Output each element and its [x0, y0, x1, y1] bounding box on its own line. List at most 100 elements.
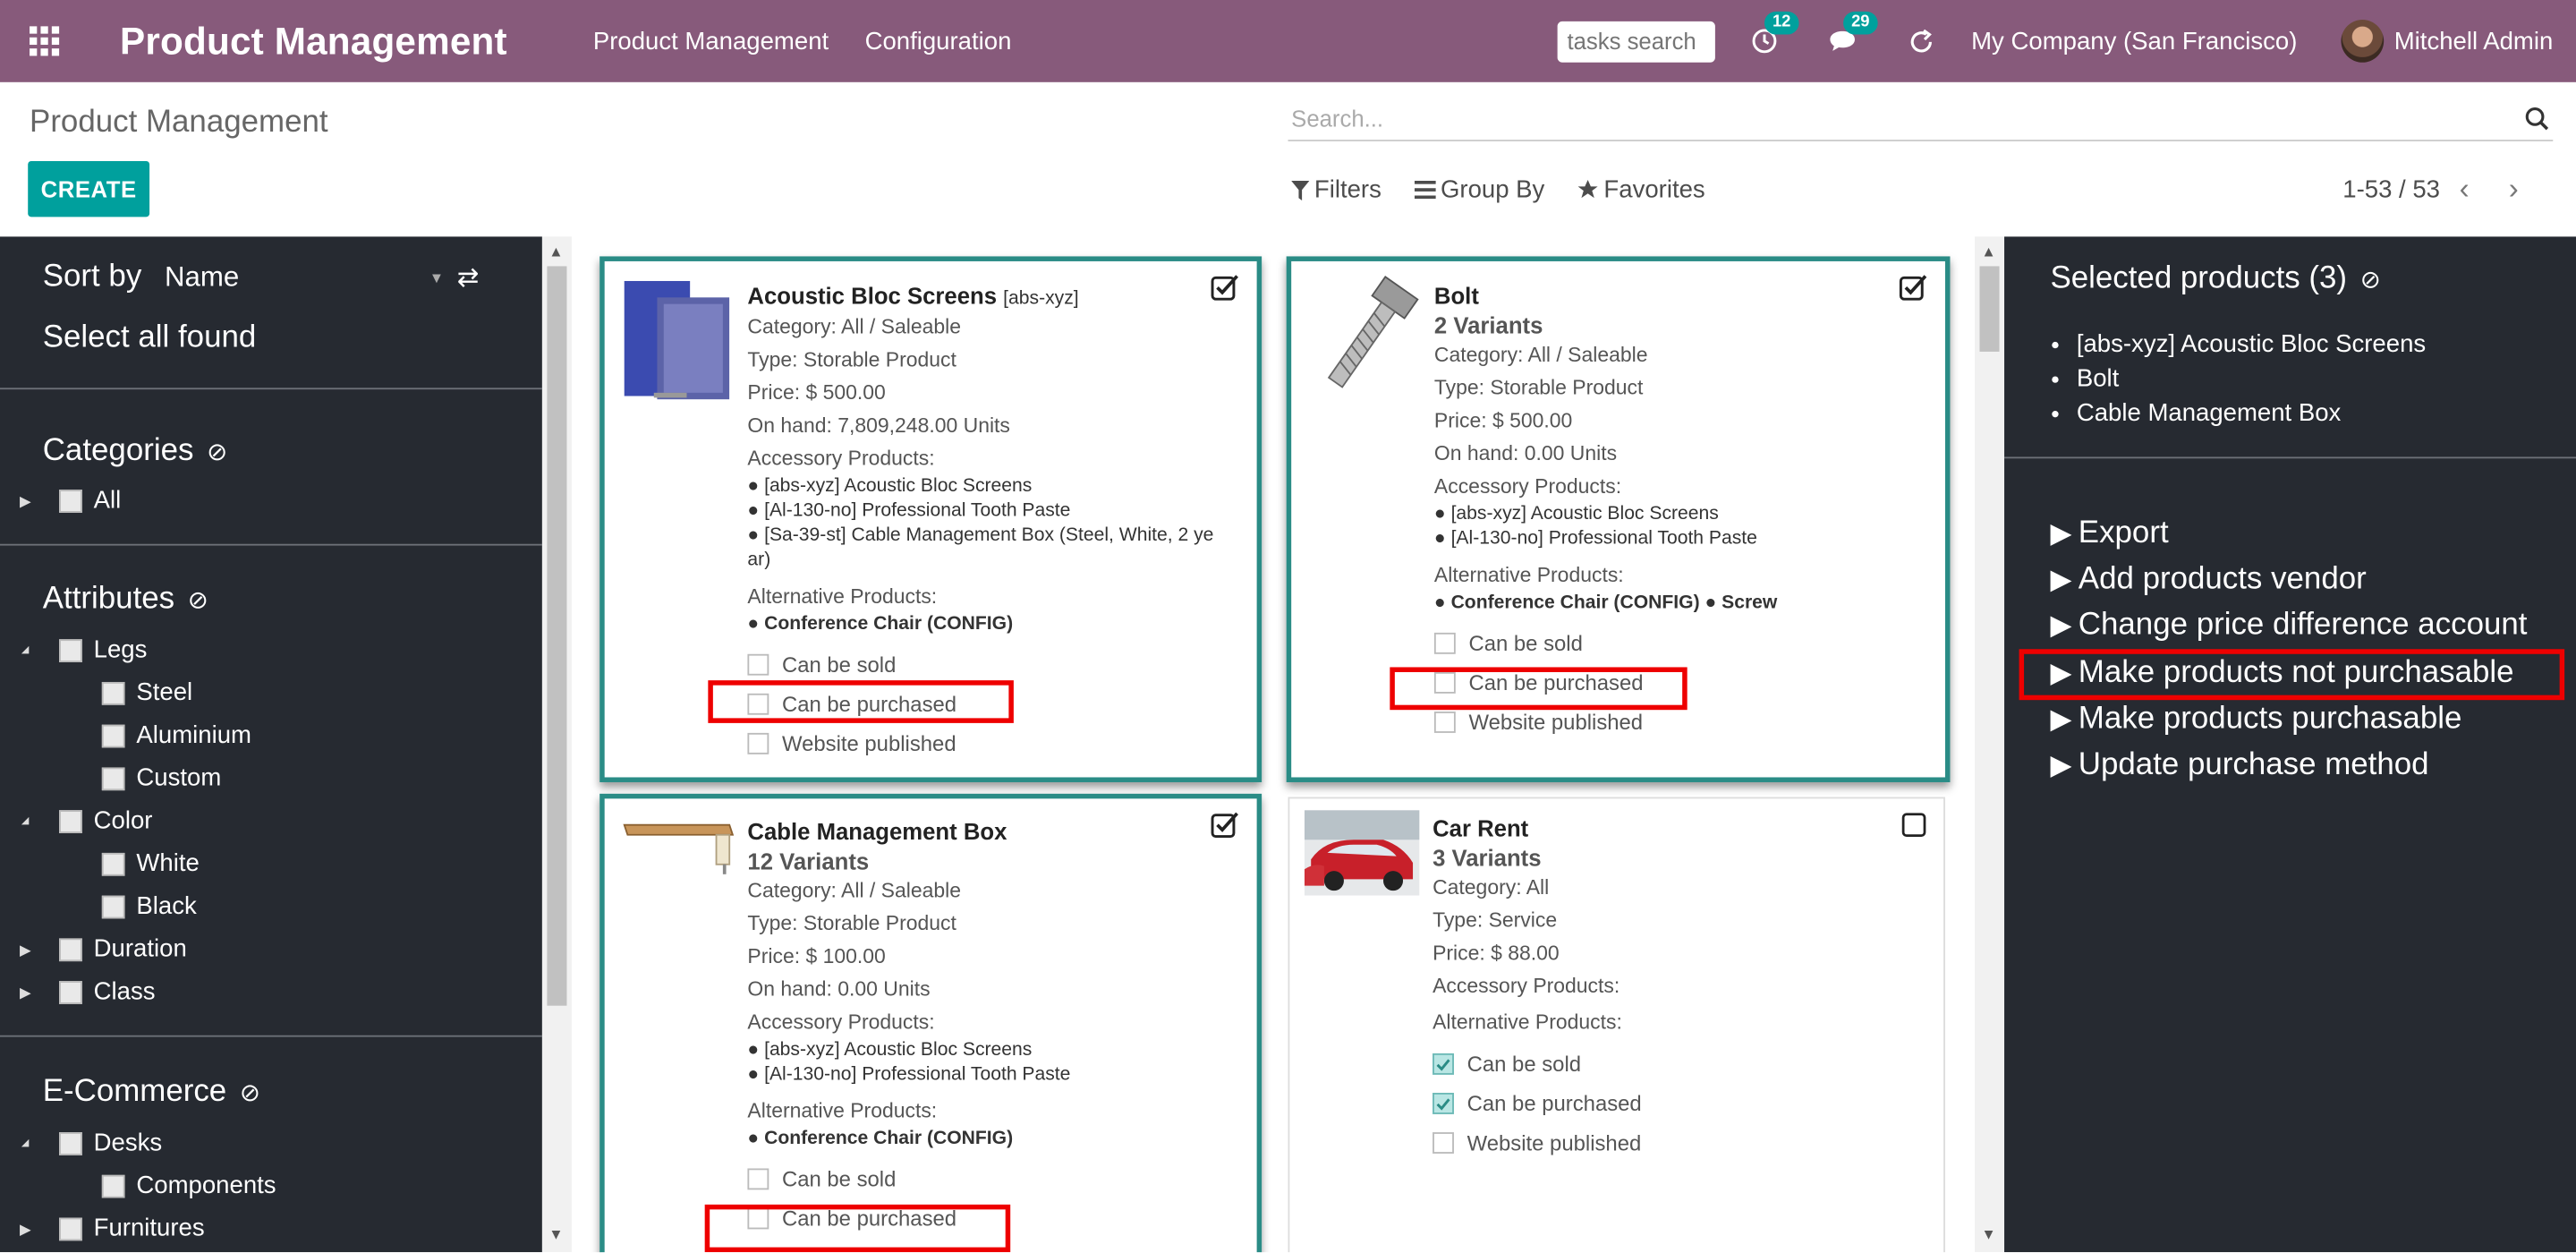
checked-checkbox[interactable] [1433, 1053, 1454, 1075]
attribute-label: Black [136, 892, 197, 921]
attribute-steel[interactable]: Steel [101, 678, 192, 707]
checkbox[interactable] [1433, 632, 1456, 654]
expand-caret-icon[interactable]: ▶ [20, 942, 31, 959]
refresh-icon[interactable] [1906, 25, 1939, 58]
action-export[interactable]: ▶ Export [2050, 516, 2168, 552]
product-card-car-rent[interactable]: Car Rent 3 Variants Category: All Type: … [1288, 797, 1945, 1253]
checkbox[interactable] [59, 809, 82, 832]
website-published-checkbox[interactable]: Website published [1433, 710, 1927, 735]
checkbox[interactable] [59, 1131, 82, 1155]
checkbox[interactable] [101, 681, 125, 704]
attribute-duration[interactable]: Duration [59, 935, 187, 963]
product-card-cable-management-box[interactable]: Cable Management Box 12 Variants Categor… [599, 793, 1262, 1253]
user-avatar[interactable] [2341, 20, 2385, 63]
website-published-checkbox[interactable]: Website published [747, 731, 1240, 756]
checked-checkbox[interactable] [1433, 1093, 1454, 1114]
checkbox[interactable] [59, 1216, 82, 1240]
search-input[interactable]: Search... [1288, 100, 2554, 141]
pager-next-icon[interactable]: › [2509, 173, 2519, 208]
scroll-down-icon[interactable]: ▼ [1981, 1226, 1995, 1242]
checkbox[interactable] [1433, 712, 1456, 733]
scroll-down-icon[interactable]: ▼ [548, 1226, 563, 1242]
checkbox[interactable] [59, 937, 82, 961]
clear-icon[interactable]: ⊘ [207, 437, 227, 466]
scrollbar-thumb[interactable] [1979, 266, 2000, 352]
checkbox[interactable] [747, 732, 769, 754]
product-image [1304, 810, 1420, 896]
app-brand[interactable]: Product Management [120, 19, 572, 64]
checkbox[interactable] [1433, 1132, 1454, 1154]
user-menu[interactable]: Mitchell Admin [2394, 27, 2554, 55]
action-change-price-difference-account[interactable]: ▶ Change price difference account [2050, 608, 2527, 644]
checkbox[interactable] [59, 489, 82, 512]
apps-menu-icon[interactable] [0, 0, 89, 82]
checkbox[interactable] [101, 1173, 125, 1198]
website-published-checkbox[interactable]: Website published [1433, 1130, 1926, 1155]
can-be-sold-checkbox[interactable]: Can be sold [1433, 631, 1927, 656]
attribute-aluminium[interactable]: Aluminium [101, 721, 251, 749]
checkbox[interactable] [101, 723, 125, 747]
attribute-white[interactable]: White [101, 849, 200, 877]
search-icon[interactable] [2525, 107, 2550, 136]
checkbox[interactable] [59, 980, 82, 1003]
attribute-legs[interactable]: Legs [59, 636, 147, 664]
category-all[interactable]: All [59, 486, 121, 515]
action-update-purchase-method[interactable]: ▶ Update purchase method [2050, 747, 2428, 783]
collapse-caret-icon[interactable]: ◢ [21, 644, 29, 656]
collapse-caret-icon[interactable]: ◢ [21, 815, 29, 827]
create-button[interactable]: CREATE [28, 160, 150, 217]
expand-caret-icon[interactable]: ▶ [20, 493, 31, 511]
pager-value[interactable]: 1-53 / 53 [2342, 175, 2440, 203]
checkbox[interactable] [747, 653, 769, 676]
action-add-products-vendor[interactable]: ▶ Add products vendor [2050, 562, 2366, 598]
attribute-class[interactable]: Class [59, 977, 156, 1006]
group-by-dropdown[interactable]: Group By [1414, 175, 1544, 204]
sort-select[interactable]: Name ▼ [165, 261, 444, 294]
can-be-sold-checkbox[interactable]: Can be sold [747, 652, 1240, 677]
kanban-scrollbar[interactable]: ▲ ▼ [1974, 236, 2005, 1253]
checkbox[interactable] [59, 638, 82, 662]
collapse-caret-icon[interactable]: ◢ [21, 1138, 29, 1148]
product-category: Category: All [1433, 875, 1550, 899]
top-navbar: Product Management Product Management Co… [0, 0, 2576, 82]
expand-caret-icon[interactable]: ▶ [20, 984, 31, 1002]
categories-title: Categories [42, 433, 194, 469]
ecommerce-components[interactable]: Components [101, 1172, 276, 1199]
ecommerce-furnitures[interactable]: Furnitures [59, 1215, 205, 1242]
expand-caret-icon[interactable]: ▶ [20, 1221, 31, 1239]
messages-icon[interactable]: 29 [1827, 11, 1878, 58]
clear-selection-icon[interactable]: ⊘ [2360, 265, 2381, 294]
menu-product-management[interactable]: Product Management [593, 27, 829, 55]
sort-direction-icon[interactable]: ⇄ [457, 261, 480, 294]
menu-configuration[interactable]: Configuration [865, 27, 1012, 55]
filters-dropdown[interactable]: Filters [1291, 175, 1382, 204]
checkbox[interactable] [101, 766, 125, 790]
checkbox[interactable] [101, 894, 125, 918]
action-label: Update purchase method [2078, 747, 2429, 782]
action-make-products-purchasable[interactable]: ▶ Make products purchasable [2050, 702, 2461, 737]
can-be-sold-checkbox[interactable]: Can be sold [1433, 1052, 1926, 1077]
company-switcher[interactable]: My Company (San Francisco) [1971, 27, 2297, 55]
can-be-purchased-checkbox[interactable]: Can be purchased [1433, 1091, 1926, 1116]
accessory-label: Accessory Products: [1433, 474, 1622, 499]
attribute-custom[interactable]: Custom [101, 764, 221, 792]
checkbox[interactable] [101, 852, 125, 875]
pager-previous-icon[interactable]: ‹ [2460, 173, 2470, 208]
list-icon [1414, 180, 1436, 200]
attribute-black[interactable]: Black [101, 892, 197, 921]
clear-icon[interactable]: ⊘ [188, 585, 208, 614]
attribute-color[interactable]: Color [59, 807, 152, 835]
sidebar-scrollbar[interactable]: ▲ ▼ [541, 236, 572, 1253]
tasks-search-input[interactable] [1557, 20, 1715, 62]
scroll-up-icon[interactable]: ▲ [548, 243, 563, 260]
activity-clock-icon[interactable]: 12 [1747, 11, 1799, 58]
can-be-sold-checkbox[interactable]: Can be sold [747, 1167, 1240, 1191]
ecommerce-desks[interactable]: Desks [59, 1129, 162, 1157]
clear-icon[interactable]: ⊘ [240, 1078, 260, 1107]
scrollbar-thumb[interactable] [547, 266, 567, 1006]
checkbox[interactable] [747, 1168, 769, 1190]
scroll-up-icon[interactable]: ▲ [1981, 243, 1995, 260]
favorites-dropdown[interactable]: Favorites [1577, 175, 1705, 204]
select-all-found[interactable]: Select all found [43, 320, 257, 356]
action-label: Export [2078, 516, 2169, 551]
